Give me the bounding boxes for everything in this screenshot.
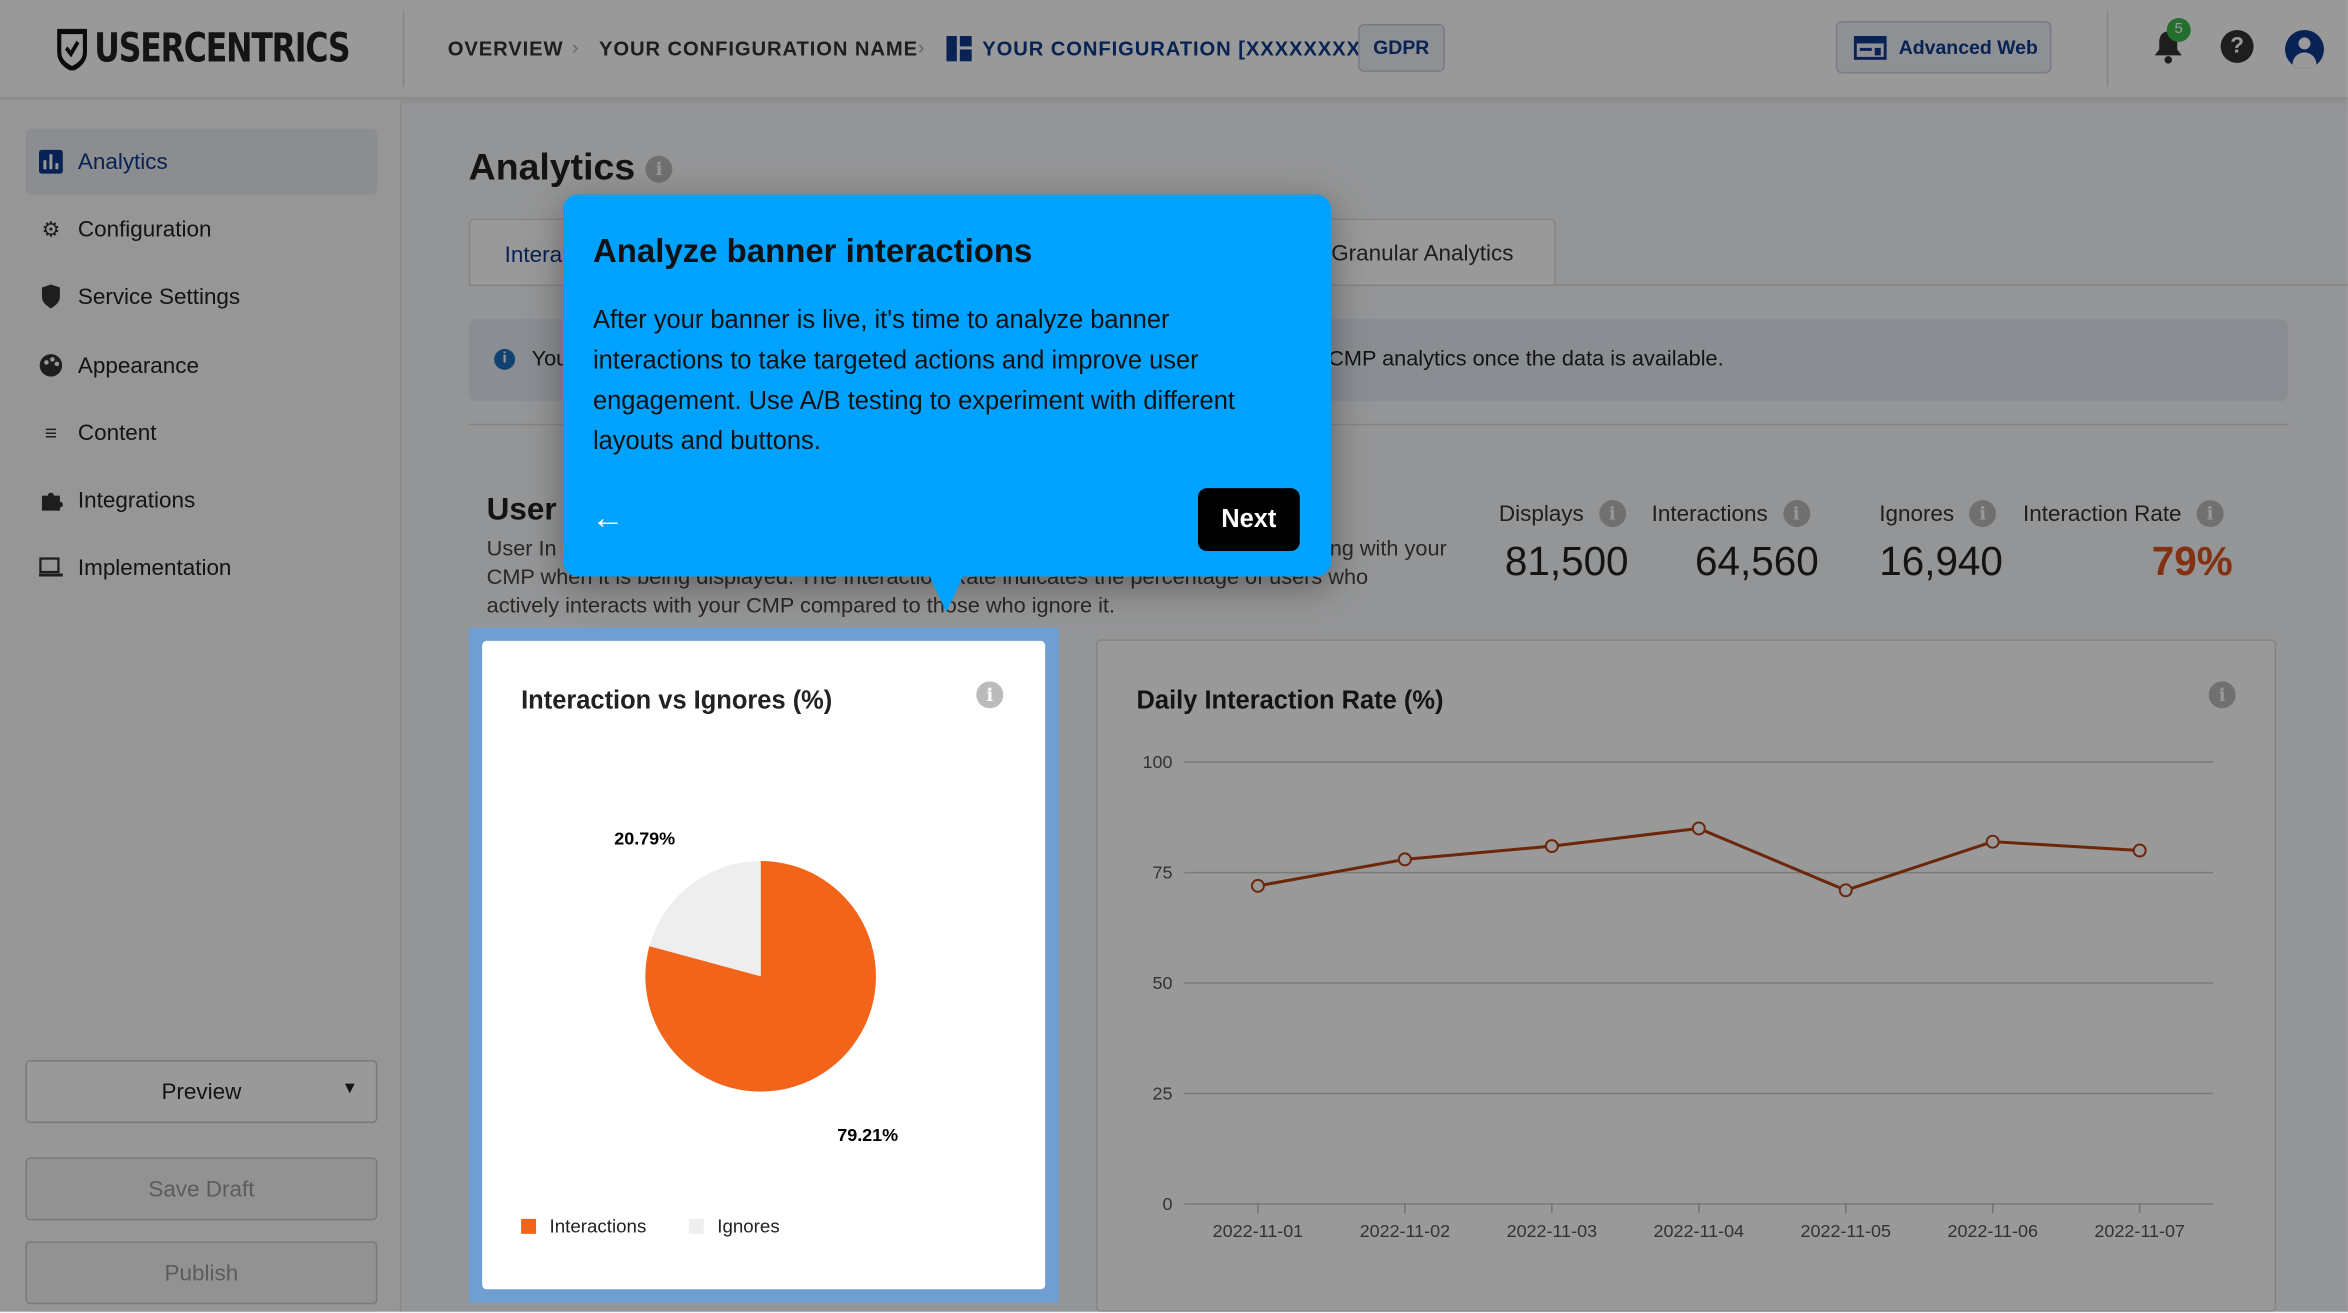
tooltip-body: After your banner is live, it's time to …	[592, 305, 1235, 456]
back-arrow-icon[interactable]: ←	[591, 499, 624, 538]
legend-ignores: Ignores	[688, 1216, 780, 1237]
legend-swatch	[521, 1218, 537, 1234]
next-button[interactable]: Next	[1197, 488, 1300, 552]
legend-interactions: Interactions	[521, 1216, 646, 1237]
tooltip-title: Analyze banner interactions	[592, 232, 1033, 270]
legend-swatch	[688, 1218, 704, 1234]
highlighted-pie-card: Interaction vs Ignores (%) i 79.21% 20.79…	[468, 627, 1059, 1303]
pie-label: 79.21%	[837, 1125, 898, 1145]
pie-chart: 79.21% 20.79%	[614, 828, 898, 1145]
pie-label: 20.79%	[614, 828, 675, 848]
tour-tooltip: Analyze banner interactions After your b…	[563, 194, 1332, 613]
